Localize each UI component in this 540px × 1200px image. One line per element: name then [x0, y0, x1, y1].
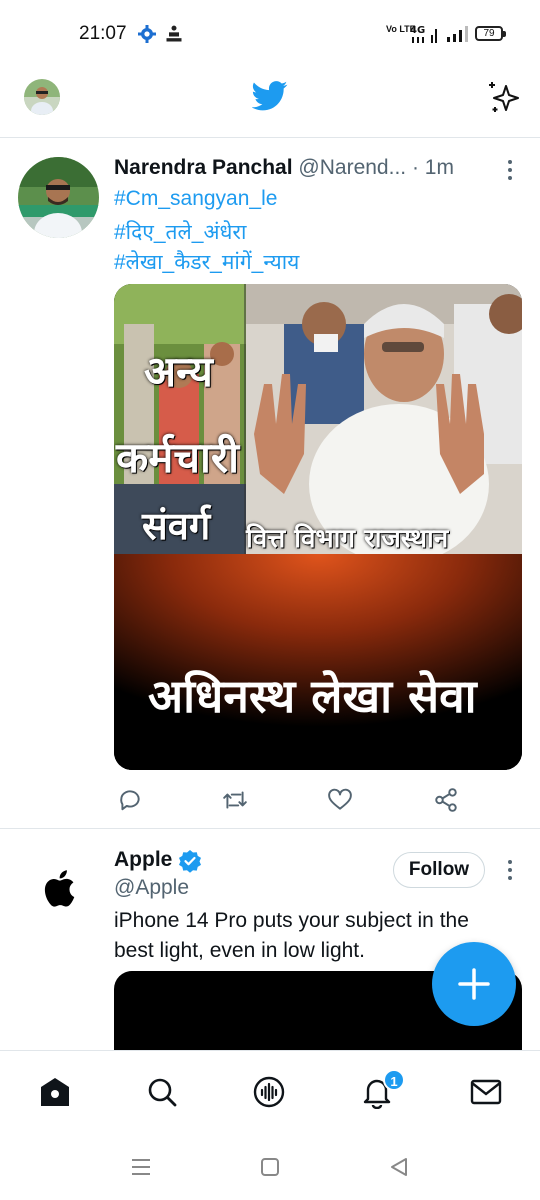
retweet-icon[interactable]: [222, 787, 248, 813]
reply-icon[interactable]: [117, 787, 143, 813]
status-time: 21:07: [79, 23, 127, 44]
search-icon[interactable]: [145, 1075, 179, 1109]
twitter-bird-icon[interactable]: [252, 80, 288, 112]
tweet-card[interactable]: Narendra Panchal @Narend... · 1m #Cm_san…: [0, 139, 540, 829]
status-bar: 21:07 Vo LTE 4G 79: [0, 0, 540, 62]
author-handle[interactable]: @Narend...: [298, 156, 406, 179]
profile-avatar[interactable]: [24, 79, 60, 115]
more-options-icon[interactable]: [504, 159, 516, 181]
media-caption-left-2: कर्मचारी: [116, 433, 239, 482]
recent-apps-icon[interactable]: [130, 1156, 152, 1178]
gear-icon: [138, 25, 156, 43]
media-caption-left-1: अन्य: [144, 347, 213, 396]
signal-icon: [447, 26, 468, 42]
compose-tweet-button[interactable]: [432, 942, 516, 1026]
tweet-author-avatar[interactable]: [18, 157, 99, 238]
back-icon[interactable]: [388, 1156, 410, 1178]
accessibility-icon: [166, 25, 182, 42]
home-button-icon[interactable]: [259, 1156, 281, 1178]
verified-badge-icon: [179, 850, 201, 873]
hashtag-link[interactable]: #Cm_sangyan_le: [114, 187, 277, 211]
spaces-icon[interactable]: [252, 1075, 286, 1109]
notification-badge: 1: [383, 1069, 405, 1091]
media-caption-bottom: अधिनस्थ लेखा सेवा: [148, 669, 477, 723]
tweet-header: Narendra Panchal @Narend... · 1m: [114, 156, 454, 180]
network-type-label: 4G: [410, 25, 425, 36]
more-options-icon[interactable]: [504, 859, 516, 881]
home-icon[interactable]: [38, 1075, 72, 1109]
bottom-navigation: 1: [0, 1050, 540, 1132]
follow-button[interactable]: Follow: [393, 852, 485, 888]
media-caption-left-3: संवर्ग: [142, 504, 211, 548]
author-name[interactable]: Narendra Panchal: [114, 156, 293, 179]
hashtag-link[interactable]: #लेखा_कैडर_मांगें_न्याय: [114, 248, 299, 276]
like-icon[interactable]: [327, 787, 353, 813]
author-name[interactable]: Apple: [114, 848, 172, 872]
battery-indicator: 79: [475, 26, 506, 41]
messages-icon[interactable]: [469, 1075, 503, 1109]
media-caption-right: वित्त विभाग राजस्थान: [246, 524, 449, 554]
network-4g-icon: 4G: [410, 25, 437, 43]
system-navigation-bar: [0, 1132, 540, 1200]
plus-icon: [458, 968, 490, 1000]
sparkle-icon[interactable]: [484, 76, 524, 116]
app-header: [0, 62, 540, 138]
hashtag-link[interactable]: #दिए_तले_अंधेरा: [114, 218, 246, 246]
share-icon[interactable]: [433, 787, 459, 813]
tweet-timestamp: · 1m: [411, 156, 454, 179]
avatar-image: [18, 157, 99, 238]
tweet-image[interactable]: अन्य कर्मचारी संवर्ग वित्त विभाग राजस्था…: [114, 284, 522, 770]
author-handle[interactable]: @Apple: [114, 876, 189, 900]
apple-logo-icon[interactable]: [40, 868, 76, 908]
avatar-image: [24, 79, 60, 115]
